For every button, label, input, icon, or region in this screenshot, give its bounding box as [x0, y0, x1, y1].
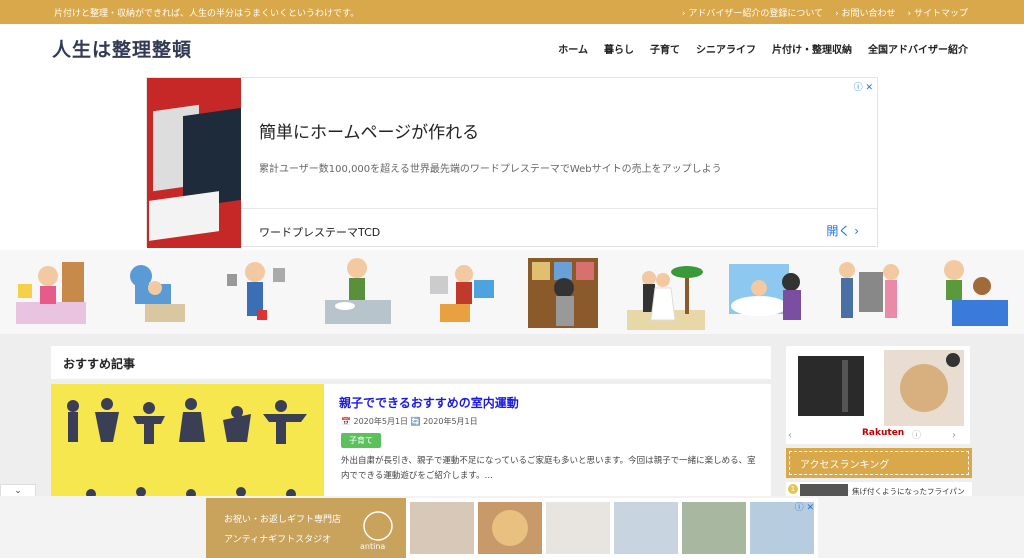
bottom-ad-area: お祝い・お返しギフト専門店 アンティナギフトスタジオ antina ⓘ ✕	[0, 496, 1024, 558]
svg-text:‹: ‹	[788, 430, 792, 441]
article-card[interactable]: 親子でできるおすすめの室内運動 📅 2020年5月1日 🔄 2020年5月1日 …	[51, 384, 771, 504]
rakuten-logo: Rakuten	[862, 428, 905, 438]
site-logo[interactable]: 人生は整理整頓	[52, 35, 192, 62]
washing-dishes-illustration	[325, 258, 392, 324]
site-header: 人生は整理整頓 ホーム 暮らし 子育て シニアライフ 片付け・整理収納 全国アド…	[0, 24, 1024, 72]
nav-living[interactable]: 暮らし	[604, 41, 634, 56]
ad-area: ⓘ ✕ 簡単にホームページが作れる 累計ユーザー数100,000を超える世界最先…	[0, 72, 1024, 250]
nav-advisors[interactable]: 全国アドバイザー紹介	[868, 41, 968, 56]
ad-brand: ワードプレステーマTCD	[259, 226, 381, 239]
ad-title[interactable]: 簡単にホームページが作れる	[259, 118, 479, 143]
toy-box-illustration	[943, 260, 1008, 326]
link-contact[interactable]: › お問い合わせ	[835, 6, 895, 19]
category-tag[interactable]: 子育て	[341, 433, 381, 448]
main-nav: ホーム 暮らし 子育て シニアライフ 片付け・整理収納 全国アドバイザー紹介	[558, 41, 968, 56]
sidebar-ad[interactable]: ‹ ⓘ › Rakuten	[786, 346, 970, 444]
link-advisor-registration[interactable]: › アドバイザー紹介の登録について	[682, 6, 823, 19]
chevron-right-icon: ›	[854, 224, 859, 238]
top-links: › アドバイザー紹介の登録について › お問い合わせ › サイトマップ	[682, 6, 968, 19]
ad-info-icon[interactable]: ⓘ ✕	[795, 500, 814, 513]
nav-tidying[interactable]: 片付け・整理収納	[772, 41, 852, 56]
shopping-illustration	[429, 265, 494, 322]
article-title[interactable]: 親子でできるおすすめの室内運動	[339, 394, 519, 411]
nav-home[interactable]: ホーム	[558, 41, 588, 56]
article-thumbnail[interactable]	[51, 384, 324, 504]
heaven-illustration	[728, 264, 801, 320]
family-altar-illustration	[839, 262, 900, 318]
bottom-ad-banner[interactable]: お祝い・お返しギフト専門店 アンティナギフトスタジオ antina ⓘ ✕	[206, 498, 818, 558]
handyman-illustration	[226, 262, 285, 320]
bottom-ad-graphic	[206, 498, 814, 558]
ad-description: 累計ユーザー数100,000を超える世界最先端のワードプレステーマでWebサイト…	[259, 164, 722, 175]
illustration-banner	[0, 250, 1024, 334]
bottom-ad-line1: お祝い・お返しギフト専門店	[224, 515, 342, 525]
ranking-header: アクセスランキング	[786, 448, 972, 478]
link-sitemap[interactable]: › サイトマップ	[908, 6, 968, 19]
svg-text:›: ›	[952, 430, 956, 441]
cleaning-floor-illustration	[129, 265, 185, 322]
ad-image[interactable]	[147, 78, 241, 248]
svg-text:ⓘ: ⓘ	[912, 430, 921, 441]
ad-divider	[241, 208, 877, 209]
section-title: おすすめ記事	[51, 346, 771, 379]
rank-badge: 1	[788, 484, 798, 494]
antina-logo: antina	[360, 542, 386, 551]
article-date: 📅 2020年5月1日 🔄 2020年5月1日	[341, 417, 478, 426]
ad-open-label: 開く	[826, 224, 851, 238]
display-ad[interactable]: ⓘ ✕ 簡単にホームページが作れる 累計ユーザー数100,000を超える世界最先…	[146, 77, 878, 248]
nav-parenting[interactable]: 子育て	[650, 41, 680, 56]
ad-close-icon[interactable]: ⓘ ✕	[854, 80, 873, 93]
article-excerpt: 外出自粛が長引き、親子で運動不足になっているご家庭も多いと思います。今回は親子で…	[341, 456, 756, 481]
tagline: 片付けと整理・収納ができれば、人生の半分はうまくいくというわけです。	[54, 8, 360, 19]
ranking-title: アクセスランキング	[789, 451, 969, 475]
nav-senior[interactable]: シニアライフ	[696, 41, 756, 56]
bottom-ad-line2: アンティナギフトスタジオ	[224, 535, 332, 545]
bookshelf-illustration	[528, 258, 599, 328]
ad-open-button[interactable]: 開く ›	[826, 222, 859, 239]
top-bar: 片付けと整理・収納ができれば、人生の半分はうまくいくというわけです。 › アドバ…	[0, 0, 1024, 24]
wedding-illustration	[626, 266, 705, 330]
messy-room-illustration	[16, 262, 87, 324]
